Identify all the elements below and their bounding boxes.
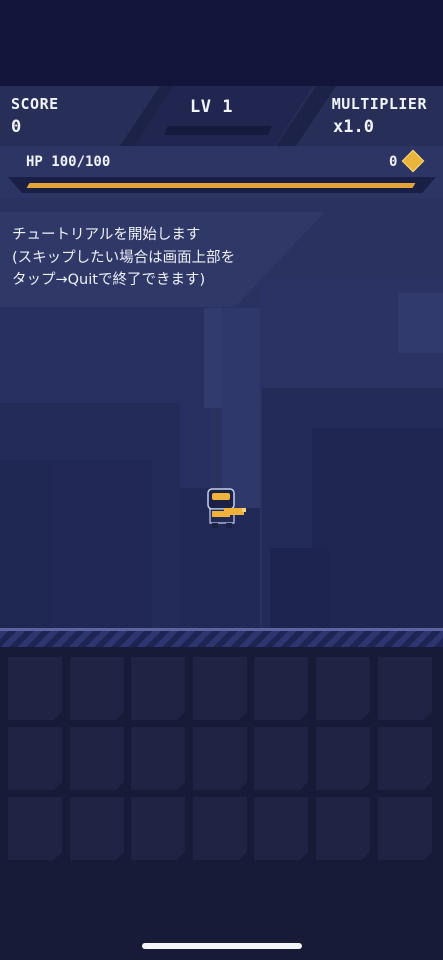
inventory-slot[interactable]: [254, 797, 308, 860]
inventory-slot[interactable]: [193, 727, 247, 790]
tutorial-message: チュートリアルを開始します (スキップしたい場合は画面上部を タップ→Quitで…: [12, 227, 236, 288]
background-building: [312, 428, 443, 628]
background-building: [270, 548, 330, 628]
inventory-slot[interactable]: [131, 727, 185, 790]
hp-text: HP 100/100: [26, 154, 111, 170]
inventory-grid: [0, 647, 443, 960]
inventory-slot[interactable]: [254, 727, 308, 790]
inventory-slot[interactable]: [8, 797, 62, 860]
hp-bar-fill: [26, 183, 416, 188]
score-label: SCORE: [11, 95, 59, 113]
level-label: LV 1: [190, 97, 233, 117]
status-bar-area: [0, 0, 443, 86]
gem-count: 0: [389, 154, 398, 170]
level-progress-bar: [164, 126, 272, 135]
background-building: [0, 460, 60, 628]
multiplier-value: x1.0: [333, 117, 374, 137]
inventory-slot[interactable]: [8, 657, 62, 720]
player-character-icon: [207, 488, 246, 528]
home-indicator[interactable]: [142, 943, 302, 949]
multiplier-label: MULTIPLIER: [331, 95, 427, 113]
score-value: 0: [11, 117, 22, 137]
inventory-slot[interactable]: [378, 797, 432, 860]
background-building: [222, 308, 260, 508]
background-building: [398, 293, 443, 353]
inventory-slot[interactable]: [131, 657, 185, 720]
inventory-slot[interactable]: [378, 657, 432, 720]
inventory-slot[interactable]: [193, 797, 247, 860]
inventory-slot[interactable]: [131, 797, 185, 860]
inventory-slot[interactable]: [316, 797, 370, 860]
inventory-slot[interactable]: [316, 657, 370, 720]
inventory-slot[interactable]: [70, 657, 124, 720]
inventory-slot[interactable]: [70, 797, 124, 860]
inventory-slot[interactable]: [70, 727, 124, 790]
background-building: [52, 460, 152, 628]
inventory-slot[interactable]: [254, 657, 308, 720]
inventory-slot[interactable]: [8, 727, 62, 790]
inventory-slot[interactable]: [316, 727, 370, 790]
ground-stripes: [0, 631, 443, 647]
inventory-slot[interactable]: [193, 657, 247, 720]
inventory-slot[interactable]: [378, 727, 432, 790]
